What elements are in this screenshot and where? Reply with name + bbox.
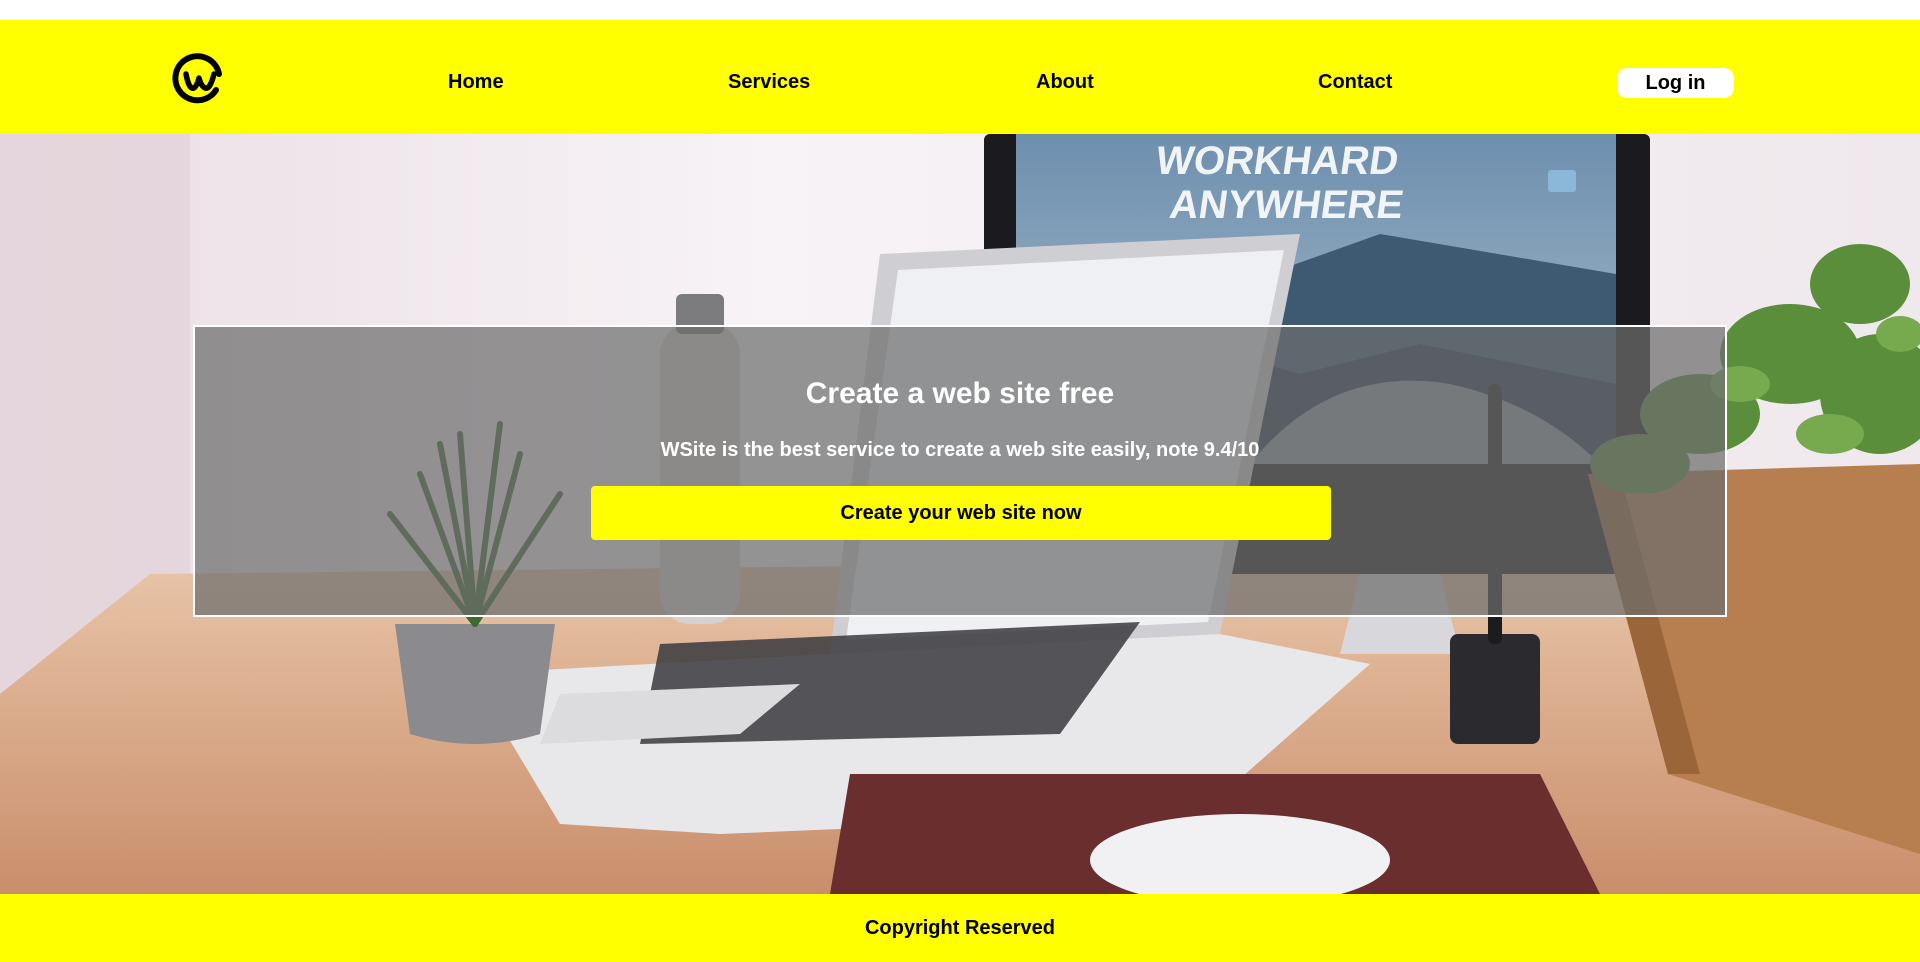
background-headline-line2: ANYWHERE [1167,182,1407,227]
login-button[interactable]: Log in [1617,68,1734,98]
site-footer: Copyright Reserved [0,894,1920,962]
background-headline-line1: WORKHARD [1153,138,1401,183]
create-website-button[interactable]: Create your web site now [591,486,1331,540]
hero-card: Create a web site free WSite is the best… [193,325,1727,617]
nav-contact-link[interactable]: Contact [1318,20,1392,134]
hero-section: WORKHARD ANYWHERE Create a web site free… [0,134,1920,894]
workplace-logo-icon[interactable] [172,50,226,104]
copyright-text: Copyright Reserved [864,917,1056,939]
nav-about-link[interactable]: About [1036,20,1094,134]
page: Home Services About Contact Log in WORKH… [0,0,1920,962]
hero-subtitle: WSite is the best service to create a we… [660,439,1260,461]
nav-services-link[interactable]: Services [728,20,810,134]
site-header: Home Services About Contact Log in [0,20,1920,134]
hero-title: Create a web site free [805,377,1115,410]
nav-home-link[interactable]: Home [448,20,504,134]
